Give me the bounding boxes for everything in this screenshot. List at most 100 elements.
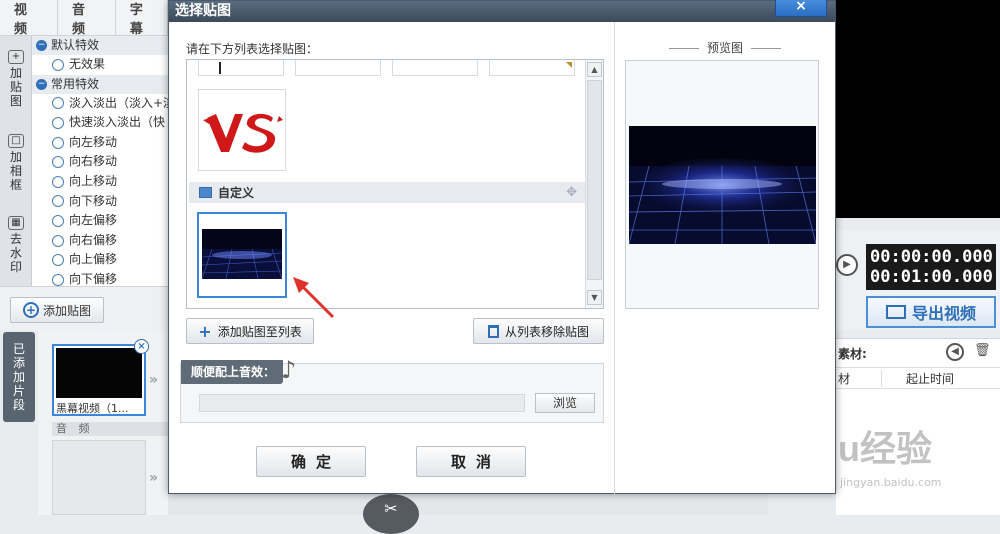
preview-image [629, 126, 816, 244]
top-tab-bar: 视 频 音 频 字幕 [0, 0, 169, 37]
divider-line [668, 48, 699, 49]
radio-icon [52, 136, 64, 149]
add-sticker-button[interactable]: + 添加贴图 [10, 297, 104, 323]
material-col-name: 材 [836, 369, 882, 387]
time-display: 00:00:00.000 00:01:00.000 [866, 244, 996, 290]
timeline-strip [168, 494, 768, 515]
effect-item[interactable]: 向左移动 [32, 133, 168, 153]
radio-icon [52, 97, 64, 110]
corner-mark [566, 62, 572, 68]
trash-icon[interactable]: 🗑 [974, 343, 991, 361]
sticker-item[interactable] [489, 60, 575, 76]
sticker-item[interactable] [295, 60, 381, 76]
clip-thumbnail[interactable]: 黑幕视频（1... [52, 344, 146, 416]
move-icon[interactable]: ✥ [566, 185, 577, 200]
effect-item[interactable]: 向右移动 [32, 152, 168, 172]
effect-item-label: 向左移动 [69, 134, 118, 149]
scissors-icon[interactable]: ✂ [363, 494, 419, 534]
effect-group-default[interactable]: − 默认特效 [32, 36, 168, 55]
effect-item[interactable]: 无效果 [32, 55, 168, 75]
radio-icon [52, 273, 64, 286]
clips-label-text: 已添加片段 [12, 342, 25, 412]
effect-group-common[interactable]: − 常用特效 [32, 74, 168, 94]
watermark-url: jingyan.baidu.com [840, 476, 942, 489]
side-tool-add-sticker[interactable]: + 加贴图 [0, 50, 32, 108]
add-to-list-button[interactable]: + 添加贴图至列表 [186, 318, 314, 344]
sticker-item[interactable] [392, 60, 478, 76]
back-icon[interactable]: ◀ [946, 343, 964, 361]
clips-label: 已添加片段 [3, 332, 35, 422]
play-icon[interactable]: ▶ [836, 254, 858, 276]
tab-subtitle[interactable]: 字幕 [116, 0, 169, 37]
effect-item[interactable]: 向下移动 [32, 192, 168, 212]
sound-effect-label: 顺便配上音效： [181, 360, 284, 384]
side-tool-remove-watermark[interactable]: ▦ 去水印 [0, 216, 32, 274]
red-arrow-annotation [293, 277, 335, 319]
time-current: 00:00:00.000 [870, 247, 993, 267]
material-col-time: 起止时间 [906, 371, 955, 386]
effect-item[interactable]: 向下偏移 [32, 270, 168, 286]
sticker-fragment [219, 62, 221, 74]
side-tool-bar: + 加贴图 □ 加相框 ▦ 去水印 [0, 36, 32, 286]
cancel-button[interactable]: 取消 [416, 446, 526, 477]
sticker-item-selected[interactable] [197, 212, 287, 298]
custom-section-label: 自定义 [218, 186, 255, 200]
music-note-icon: ♪ [281, 356, 297, 384]
plus-icon: + [198, 321, 212, 341]
effects-list: − 默认特效 无效果 − 常用特效 淡入淡出（淡入+淡 快速淡入淡出（快 向左移… [32, 36, 168, 286]
radio-icon [52, 58, 64, 71]
add-sticker-icon: + [8, 50, 24, 64]
effect-item[interactable]: 快速淡入淡出（快 [32, 113, 168, 133]
tab-video[interactable]: 视 频 [0, 0, 58, 37]
audio-track-label: 音 频 [52, 422, 168, 436]
effect-group-label: 默认特效 [51, 38, 100, 52]
effect-group-label: 常用特效 [51, 76, 100, 91]
preview-title-text: 预览图 [706, 41, 743, 55]
effect-item-label: 向下偏移 [69, 271, 118, 286]
dialog-title: 选择贴图 [175, 3, 231, 19]
side-tool-label: 去水印 [9, 232, 22, 274]
close-icon[interactable]: × [775, 0, 827, 17]
time-total: 00:01:00.000 [870, 267, 993, 287]
stage-light-image [202, 229, 282, 279]
scroll-up-icon[interactable]: ▲ [587, 62, 602, 77]
vs-sticker-image [203, 113, 283, 153]
clip-remove-icon[interactable]: × [134, 339, 149, 354]
scroll-down-icon[interactable]: ▼ [587, 290, 602, 305]
sticker-list: 自定义 ✥ ▲ ▼ [186, 59, 604, 309]
add-icon: + [22, 302, 39, 318]
effect-item-label: 向上偏移 [69, 252, 118, 267]
scrollbar-thumb[interactable] [587, 80, 602, 280]
arrow-right-icon: » [149, 470, 159, 486]
effect-item[interactable]: 向上移动 [32, 172, 168, 192]
side-tool-add-frame[interactable]: □ 加相框 [0, 134, 32, 192]
effect-item[interactable]: 淡入淡出（淡入+淡 [32, 94, 168, 114]
custom-section-header: 自定义 ✥ [189, 182, 585, 203]
image-icon [199, 187, 212, 198]
sticker-item[interactable] [198, 60, 284, 76]
list-scrollbar[interactable]: ▲ ▼ [585, 60, 603, 308]
radio-icon [52, 116, 64, 129]
effect-item-label: 快速淡入淡出（快 [69, 115, 166, 130]
list-prompt: 请在下方列表选择贴图： [186, 42, 319, 56]
trash-icon [487, 324, 499, 338]
effect-item[interactable]: 向上偏移 [32, 250, 168, 270]
sticker-item-vs[interactable] [198, 89, 286, 171]
video-preview-area [836, 0, 1000, 218]
browse-button[interactable]: 浏览 [535, 393, 595, 413]
remove-from-list-button[interactable]: 从列表移除贴图 [473, 318, 604, 344]
export-icon [885, 305, 906, 319]
effect-item-label: 向左偏移 [69, 213, 118, 228]
dialog-divider [614, 22, 615, 494]
tab-audio[interactable]: 音 频 [58, 0, 116, 37]
sound-path-input[interactable] [199, 394, 525, 412]
effect-item[interactable]: 向右偏移 [32, 231, 168, 251]
radio-icon [52, 234, 64, 247]
export-video-button[interactable]: 导出视频 [866, 296, 996, 328]
preview-title: 预览图 [645, 39, 805, 56]
effect-item[interactable]: 向左偏移 [32, 211, 168, 231]
radio-icon [52, 214, 64, 227]
ok-button[interactable]: 确定 [256, 446, 366, 477]
audio-slot[interactable] [52, 440, 146, 515]
add-sticker-bar: + 添加贴图 [0, 286, 168, 330]
